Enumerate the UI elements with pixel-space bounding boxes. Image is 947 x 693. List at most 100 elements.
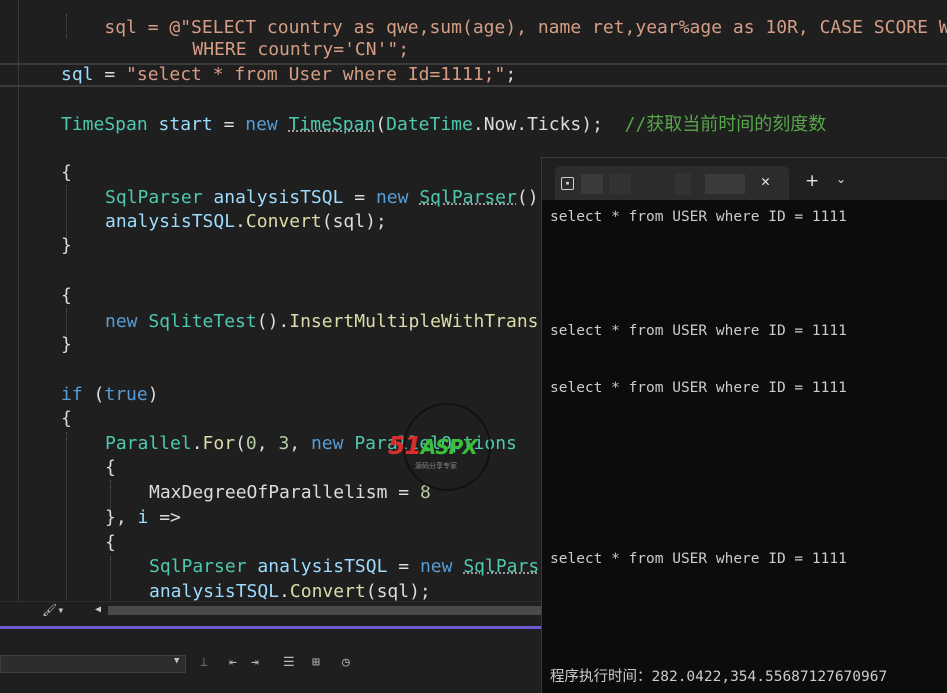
terminal-timing-line: 程序执行时间：282.0422,354.55687127670967 bbox=[550, 669, 888, 685]
code-type: TimeSpan bbox=[288, 114, 376, 135]
indent-guide bbox=[66, 432, 67, 604]
code-punct: }, bbox=[105, 507, 138, 528]
code-string: WHERE country='CN'"; bbox=[192, 39, 410, 60]
code-line-parser2[interactable]: SqlParser analysisTSQL = new SqlPars bbox=[149, 555, 539, 579]
code-punct: (sql); bbox=[365, 581, 431, 602]
code-punct: ( bbox=[375, 114, 387, 135]
code-punct: ( bbox=[235, 433, 246, 454]
code-type: SqlPars bbox=[463, 556, 540, 577]
code-punct: , bbox=[289, 433, 311, 454]
code-identifier: start bbox=[158, 114, 213, 135]
scroll-left-icon[interactable]: ◀ bbox=[95, 604, 101, 615]
code-punct: . bbox=[191, 433, 203, 454]
terminal-output-line: select * from USER where ID = 1111 bbox=[550, 551, 847, 567]
prev-message-icon[interactable]: ⇤ bbox=[229, 655, 237, 670]
chevron-down-icon[interactable]: ▼ bbox=[174, 656, 179, 666]
code-punct: ( bbox=[82, 384, 105, 405]
code-punct: ); bbox=[581, 114, 603, 135]
code-identifier: analysisTSQL bbox=[149, 581, 280, 602]
code-keyword: new bbox=[245, 114, 278, 135]
watermark-logo: 51ASPX bbox=[388, 431, 478, 460]
close-icon[interactable]: ✕ bbox=[761, 172, 770, 190]
code-type: Parallel bbox=[105, 433, 192, 454]
indent-guide bbox=[66, 185, 67, 237]
word-wrap-icon[interactable]: ⊞ bbox=[312, 655, 320, 670]
code-brace: { bbox=[61, 408, 72, 429]
code-method: Convert bbox=[289, 581, 366, 602]
redacted-title bbox=[675, 174, 691, 194]
code-line-lambda[interactable]: }, i => bbox=[105, 506, 181, 530]
code-operator: = bbox=[343, 187, 376, 208]
code-string: "select * from User where Id=1111;" bbox=[126, 64, 506, 85]
code-type: TimeSpan bbox=[61, 114, 148, 135]
code-punct: ) bbox=[147, 384, 159, 405]
scrollbar-thumb[interactable] bbox=[108, 606, 541, 615]
code-punct: . bbox=[279, 581, 290, 602]
code-brace: { bbox=[105, 532, 116, 553]
terminal-icon: ▪ bbox=[561, 177, 574, 190]
code-line-timespan[interactable]: TimeSpan start = new TimeSpan(DateTime.N… bbox=[61, 113, 826, 137]
code-member: MaxDegreeOfParallelism bbox=[149, 482, 388, 503]
redacted-title bbox=[705, 174, 745, 194]
code-brace: } bbox=[61, 235, 72, 256]
chevron-down-icon[interactable]: ⌄ bbox=[836, 172, 846, 186]
plus-icon[interactable]: + bbox=[805, 171, 819, 191]
code-number: 3 bbox=[278, 433, 290, 454]
code-operator: = bbox=[387, 556, 420, 577]
code-operator: => bbox=[148, 507, 181, 528]
code-comment: //获取当前时间的刻度数 bbox=[624, 114, 827, 135]
terminal-window[interactable]: ▪ ✕ + ⌄ select * from USER where ID = 11… bbox=[541, 157, 947, 693]
code-identifier: analysisTSQL bbox=[213, 187, 344, 208]
redacted-title bbox=[609, 174, 631, 194]
clear-all-icon[interactable]: ☰ bbox=[283, 655, 295, 670]
code-punct: . bbox=[516, 114, 528, 135]
terminal-output-line: select * from USER where ID = 1111 bbox=[550, 323, 847, 339]
terminal-output-line: select * from USER where ID = 1111 bbox=[550, 209, 847, 225]
terminal-output-line: select * from USER where ID = 1111 bbox=[550, 380, 847, 396]
code-keyword: new bbox=[375, 187, 409, 208]
code-punct: ; bbox=[505, 64, 517, 85]
code-line-parser[interactable]: SqlParser analysisTSQL = new SqlParser()… bbox=[105, 186, 549, 210]
code-brace: { bbox=[61, 162, 72, 183]
code-type: SqlParser bbox=[149, 556, 247, 577]
code-brace: } bbox=[61, 334, 72, 355]
code-keyword: if bbox=[61, 384, 83, 405]
terminal-tab-strip: ▪ ✕ + ⌄ bbox=[542, 158, 947, 200]
code-method: InsertMultipleWithTrans bbox=[289, 311, 539, 332]
code-keyword: new bbox=[105, 311, 138, 332]
clear-icon[interactable]: ⊥ bbox=[200, 655, 208, 670]
code-line-convert[interactable]: analysisTSQL.Convert(sql); bbox=[105, 210, 387, 234]
code-operator: = bbox=[387, 482, 420, 503]
indent-guide bbox=[110, 556, 111, 604]
code-keyword: new bbox=[419, 556, 453, 577]
next-message-icon[interactable]: ⇥ bbox=[251, 655, 259, 670]
panel-combo-box[interactable] bbox=[0, 655, 186, 673]
code-method: For bbox=[202, 433, 236, 454]
code-line-sqlite[interactable]: new SqliteTest().InsertMultipleWithTrans bbox=[105, 310, 539, 334]
editor-gutter-margin bbox=[18, 0, 19, 604]
code-punct: (sql); bbox=[321, 211, 387, 232]
code-type: SqlParser bbox=[105, 187, 203, 208]
redacted-title bbox=[581, 174, 603, 194]
code-line-sql[interactable]: sql = "select * from User where Id=1111;… bbox=[61, 63, 516, 87]
terminal-tab[interactable]: ▪ ✕ bbox=[555, 166, 789, 200]
code-type: SqlParser bbox=[419, 187, 517, 208]
code-keyword: new bbox=[310, 433, 344, 454]
code-brace: { bbox=[105, 457, 116, 478]
brush-icon[interactable]: 🖌▾ bbox=[42, 603, 64, 617]
code-number: 0 bbox=[245, 433, 257, 454]
code-identifier: sql bbox=[61, 64, 94, 85]
code-operator: = bbox=[93, 64, 127, 85]
code-identifier: i bbox=[137, 507, 149, 528]
code-type: DateTime bbox=[386, 114, 473, 135]
code-method: Convert bbox=[245, 211, 322, 232]
code-punct: . bbox=[472, 114, 484, 135]
clock-icon[interactable]: ◷ bbox=[342, 655, 350, 670]
code-type: SqliteTest bbox=[148, 311, 257, 332]
code-line-if[interactable]: if (true) bbox=[61, 383, 159, 407]
code-punct: , bbox=[256, 433, 279, 454]
code-operator: = bbox=[212, 114, 246, 135]
code-punct: . bbox=[235, 211, 246, 232]
watermark-tagline: 源码分享专家 bbox=[415, 462, 457, 470]
code-line-maxdegree[interactable]: MaxDegreeOfParallelism = 8 bbox=[149, 481, 431, 505]
